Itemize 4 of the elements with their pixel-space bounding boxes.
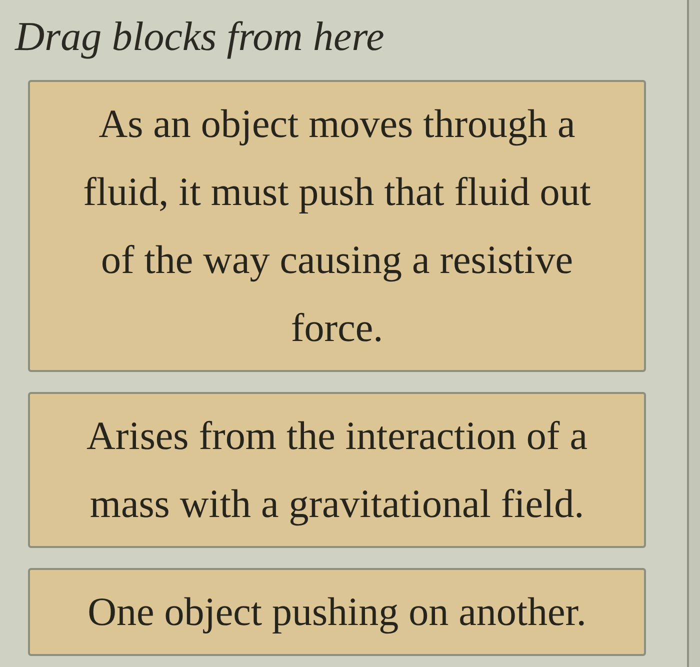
section-heading: Drag blocks from here [15, 12, 386, 61]
draggable-answer-block[interactable]: One object pushing on another. [28, 568, 646, 656]
draggable-answer-block[interactable]: Arises from the interaction of a mass with a gravitational field. [28, 392, 646, 548]
draggable-answer-block[interactable]: As an object moves through a fluid, it must push that fluid out of the way causing a resistive force. [28, 80, 646, 372]
